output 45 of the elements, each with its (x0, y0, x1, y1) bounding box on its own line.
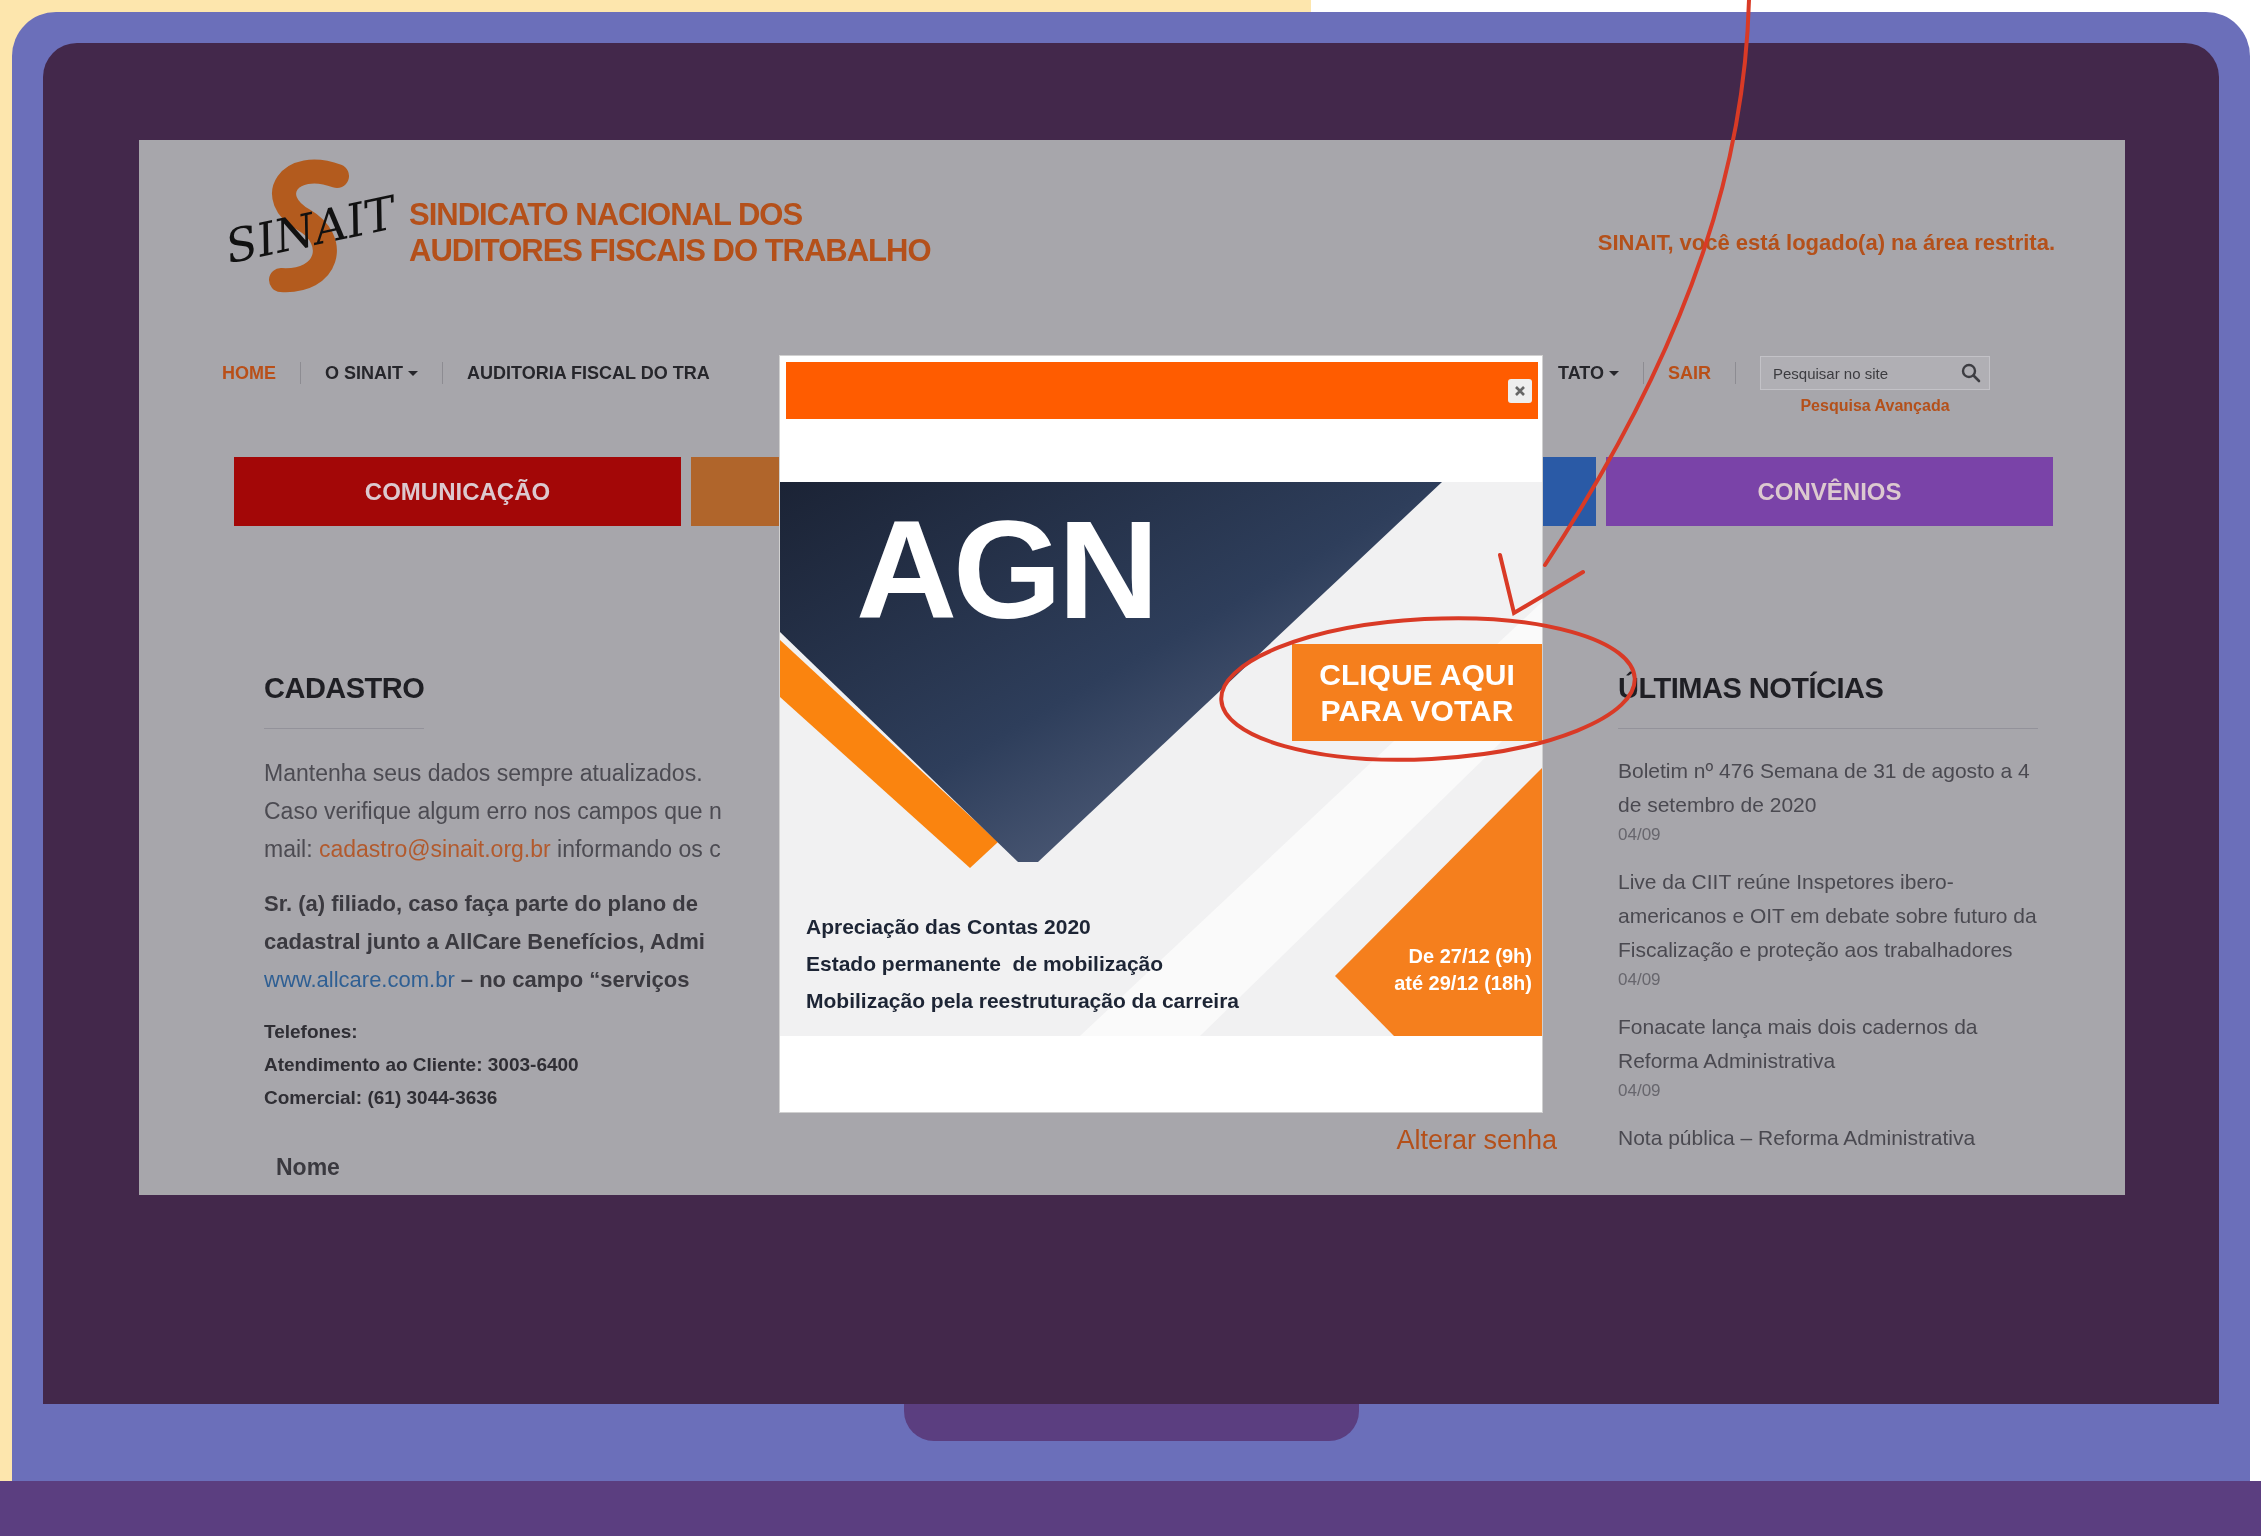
close-button[interactable] (1508, 378, 1532, 403)
search-field[interactable]: Pesquisar no site (1760, 356, 1990, 390)
text-line: Mantenha seus dados sempre atualizados. (264, 759, 704, 788)
section-heading: CADASTRO (264, 668, 425, 729)
news-date: 04/09 (1618, 824, 1662, 846)
caret-icon (1609, 370, 1619, 376)
nav-link[interactable]: HOME (222, 353, 276, 393)
vote-button[interactable]: CLIQUE AQUI PARA VOTAR (1292, 644, 1542, 741)
news-link[interactable]: Live da CIIT reúne Inspetores ibero-americanos e OIT em debate sobre futuro da Fiscalização e proteção aos trabalhadores (1618, 865, 2038, 967)
news-link[interactable]: Nota pública – Reforma Administrativa (1618, 1121, 2038, 1155)
nav-link[interactable]: TATO (1558, 353, 1619, 393)
logo: SINAIT (219, 158, 399, 298)
agenda-item: Mobilização pela reestruturação da carreira (806, 988, 1239, 1014)
news-link[interactable]: Boletim nº 476 Semana de 31 de agosto a 4 de setembro de 2020 (1618, 754, 2038, 822)
voting-period: De 27/12 (9h) (1408, 944, 1532, 969)
category-tab[interactable]: COMUNICAÇÃO (234, 457, 681, 526)
close-icon[interactable] (1514, 384, 1526, 397)
agenda-item: Estado permanente de mobilização (806, 951, 1165, 977)
phone-text: Atendimento ao Cliente: 3003-6400 (264, 1053, 580, 1077)
nav-link[interactable]: AUDITORIA FISCAL DO TRA (467, 353, 710, 393)
link[interactable]: cadastro@sinait.org.br (318, 836, 551, 862)
organization-name: SINDICATO NACIONAL DOS (409, 197, 804, 233)
agenda-item: Apreciação das Contas 2020 (806, 914, 1092, 940)
phone-text: Telefones: (264, 1020, 359, 1044)
banner-title: AGN (856, 500, 1156, 640)
news-date: 04/09 (1618, 969, 1662, 991)
organization-name: AUDITORES FISCAIS DO TRABALHO (409, 233, 931, 269)
nav-link[interactable]: O SINAIT (325, 353, 418, 393)
field-label: Nome (276, 1153, 341, 1182)
text-line: cadastral junto a AllCare Benefícios, Admi (264, 928, 706, 956)
nav-link[interactable]: SAIR (1668, 353, 1711, 393)
link[interactable]: www.allcare.com.br (264, 967, 455, 992)
voting-period: até 29/12 (18h) (1394, 971, 1532, 996)
caret-icon (408, 370, 418, 376)
search-icon[interactable] (1961, 363, 1981, 383)
category-tab[interactable]: CONVÊNIOS (1606, 457, 2053, 526)
advanced-search-link[interactable]: Pesquisa Avançada (1800, 397, 1950, 415)
text-line: Sr. (a) filiado, caso faça parte do plano de (264, 890, 699, 918)
news-link[interactable]: Fonacate lança mais dois cadernos da Reforma Administrativa (1618, 1010, 2038, 1078)
text-line: mail: cadastro@sinait.org.br informando os c (264, 835, 722, 864)
text-line: www.allcare.com.br – no campo “serviços (264, 966, 691, 994)
news-date: 04/09 (1618, 1080, 1662, 1102)
phone-text: Comercial: (61) 3044-3636 (264, 1086, 499, 1110)
change-password-link[interactable]: Alterar senha (1396, 1123, 1557, 1182)
text-line: Caso verifique algum erro nos campos que n (264, 797, 723, 826)
